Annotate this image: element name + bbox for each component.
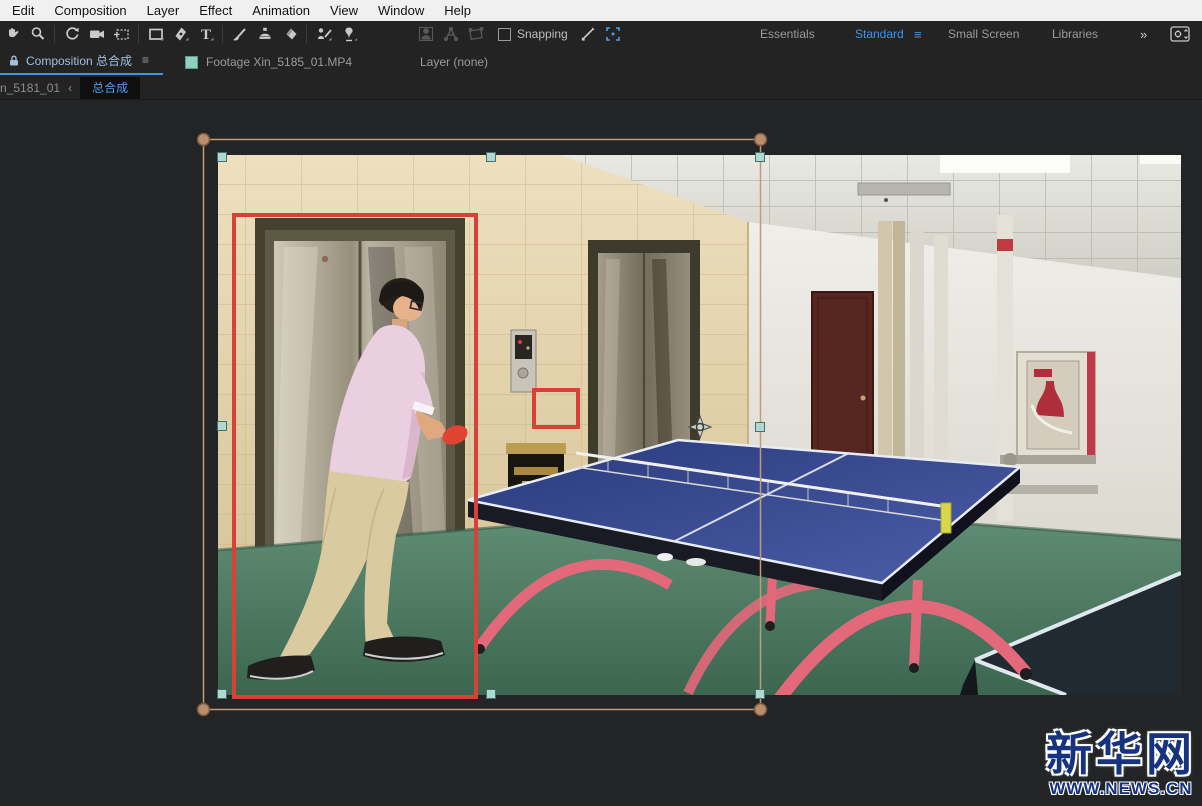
watermark-site-name: 新华网: [1046, 730, 1196, 778]
ceiling-sprinkler: [884, 198, 888, 202]
workspace-libraries[interactable]: Libraries: [1052, 27, 1098, 41]
watermark-site-url: WWW.NEWS.CN: [1046, 780, 1196, 798]
ceiling-light-2: [1140, 155, 1181, 164]
menu-view[interactable]: View: [320, 0, 368, 21]
corner-handle-bottom-left[interactable]: [198, 704, 210, 716]
ceiling-light: [940, 155, 1070, 173]
footage-color-swatch-icon: [185, 56, 198, 69]
corner-handle-top-left[interactable]: [198, 134, 210, 146]
workspace-standard[interactable]: Standard: [855, 27, 904, 41]
workspace-settings-icon[interactable]: [1170, 25, 1190, 46]
menu-composition[interactable]: Composition: [44, 0, 136, 21]
tab-footage[interactable]: Footage Xin_5185_01.MP4: [185, 47, 352, 77]
corner-handle-bottom-right[interactable]: [755, 704, 767, 716]
menu-bar: Edit Composition Layer Effect Animation …: [0, 0, 1202, 21]
tab-composition-menu-icon[interactable]: ≡: [142, 53, 149, 67]
lock-icon: [8, 54, 20, 67]
menu-effect[interactable]: Effect: [189, 0, 242, 21]
breadcrumb-separator-icon: ‹: [68, 81, 72, 95]
menu-animation[interactable]: Animation: [242, 0, 320, 21]
breadcrumb-parent[interactable]: n_5181_01: [0, 81, 60, 95]
elevator-call-panel: [511, 330, 536, 392]
scene: [218, 155, 1181, 695]
ceiling-vent: [858, 183, 950, 195]
workspace-overflow-chevron[interactable]: »: [1140, 27, 1147, 42]
composition-viewer[interactable]: 新华网 WWW.NEWS.CN: [0, 100, 1202, 806]
watermark: 新华网 WWW.NEWS.CN: [1046, 730, 1196, 798]
tab-footage-label: Footage Xin_5185_01.MP4: [206, 55, 352, 69]
tab-layer[interactable]: Layer (none): [420, 47, 488, 77]
workspace-essentials[interactable]: Essentials: [760, 27, 815, 41]
workspace-menu-icon[interactable]: ≡: [914, 27, 922, 42]
viewer-tab-bar: Composition 总合成 ≡ Footage Xin_5185_01.MP…: [0, 47, 1202, 77]
menu-help[interactable]: Help: [434, 0, 481, 21]
tab-composition[interactable]: Composition 总合成 ≡: [0, 47, 163, 75]
workspace-bar: Essentials Standard ≡ Small Screen Libra…: [0, 21, 1202, 47]
workspace-small-screen[interactable]: Small Screen: [948, 27, 1019, 41]
tool-bar: T Snapping: [0, 21, 1202, 48]
video-frame[interactable]: [218, 155, 1181, 695]
corner-handle-top-right[interactable]: [755, 134, 767, 146]
composition-navigator: n_5181_01 ‹ 总合成: [0, 77, 1202, 100]
menu-window[interactable]: Window: [368, 0, 434, 21]
tab-layer-label: Layer (none): [420, 55, 488, 69]
breadcrumb-current[interactable]: 总合成: [80, 77, 140, 99]
menu-edit[interactable]: Edit: [2, 0, 44, 21]
tab-composition-label: Composition 总合成: [26, 52, 132, 69]
menu-layer[interactable]: Layer: [137, 0, 190, 21]
